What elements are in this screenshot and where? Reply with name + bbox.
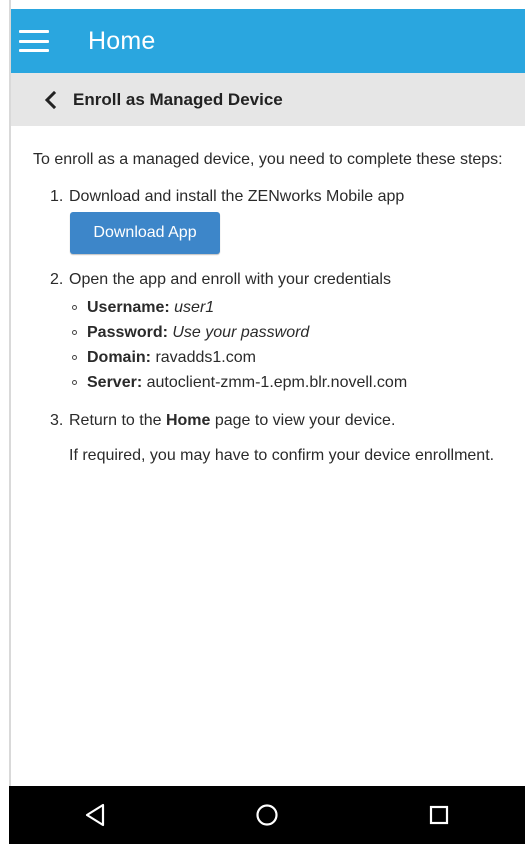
screen: Home Enroll as Managed Device To enroll …: [0, 0, 525, 844]
credential-value: ravadds1.com: [155, 349, 256, 366]
app-title: Home: [88, 26, 156, 55]
list-item-password: Password: Use your password: [69, 320, 513, 345]
chevron-left-icon[interactable]: [41, 90, 61, 110]
step-text: Open the app and enroll with your creden…: [69, 271, 391, 288]
hamburger-menu-icon[interactable]: [19, 30, 49, 52]
sub-header: Enroll as Managed Device: [11, 73, 525, 126]
step-number: 3.: [50, 412, 64, 429]
step-1: 1. Download and install the ZENworks Mob…: [33, 185, 513, 254]
step-number: 1.: [50, 188, 64, 205]
credential-label: Domain:: [87, 349, 151, 366]
credential-value: autoclient-zmm-1.epm.blr.novell.com: [146, 374, 408, 391]
step-3: 3. Return to the Home page to view your …: [33, 409, 513, 467]
page-title: Enroll as Managed Device: [73, 89, 283, 109]
credential-label: Server:: [87, 374, 143, 391]
circle-home-icon[interactable]: [237, 795, 297, 835]
credential-label: Username:: [87, 299, 170, 316]
intro-text: To enroll as a managed device, you need …: [33, 151, 503, 168]
list-item-server: Server: autoclient-zmm-1.epm.blr.novell.…: [69, 370, 513, 395]
credentials-list: Username: user1 Password: Use your passw…: [69, 295, 513, 395]
android-nav-bar: [9, 786, 525, 844]
triangle-back-icon[interactable]: [65, 795, 125, 835]
credential-value: user1: [174, 299, 215, 316]
list-item-username: Username: user1: [69, 295, 513, 320]
square-recents-icon[interactable]: [409, 795, 469, 835]
step-number: 2.: [50, 271, 64, 288]
step-text-after: page to view your device.: [210, 412, 396, 429]
step-text: Return to the Home page to view your dev…: [69, 409, 513, 432]
credential-label: Password:: [87, 324, 168, 341]
step-2: 2. Open the app and enroll with your cre…: [33, 268, 513, 395]
step-text: Download and install the ZENworks Mobile…: [69, 188, 405, 205]
app-bar: Home: [11, 9, 525, 73]
download-app-button[interactable]: Download App: [70, 212, 220, 254]
confirm-note: If required, you may have to confirm you…: [69, 447, 495, 464]
step-text-before: Return to the: [69, 412, 166, 429]
list-item-domain: Domain: ravadds1.com: [69, 345, 513, 370]
credential-value: Use your password: [172, 324, 310, 341]
enroll-instructions: To enroll as a managed device, you need …: [33, 148, 513, 481]
home-link-text: Home: [165, 412, 211, 429]
